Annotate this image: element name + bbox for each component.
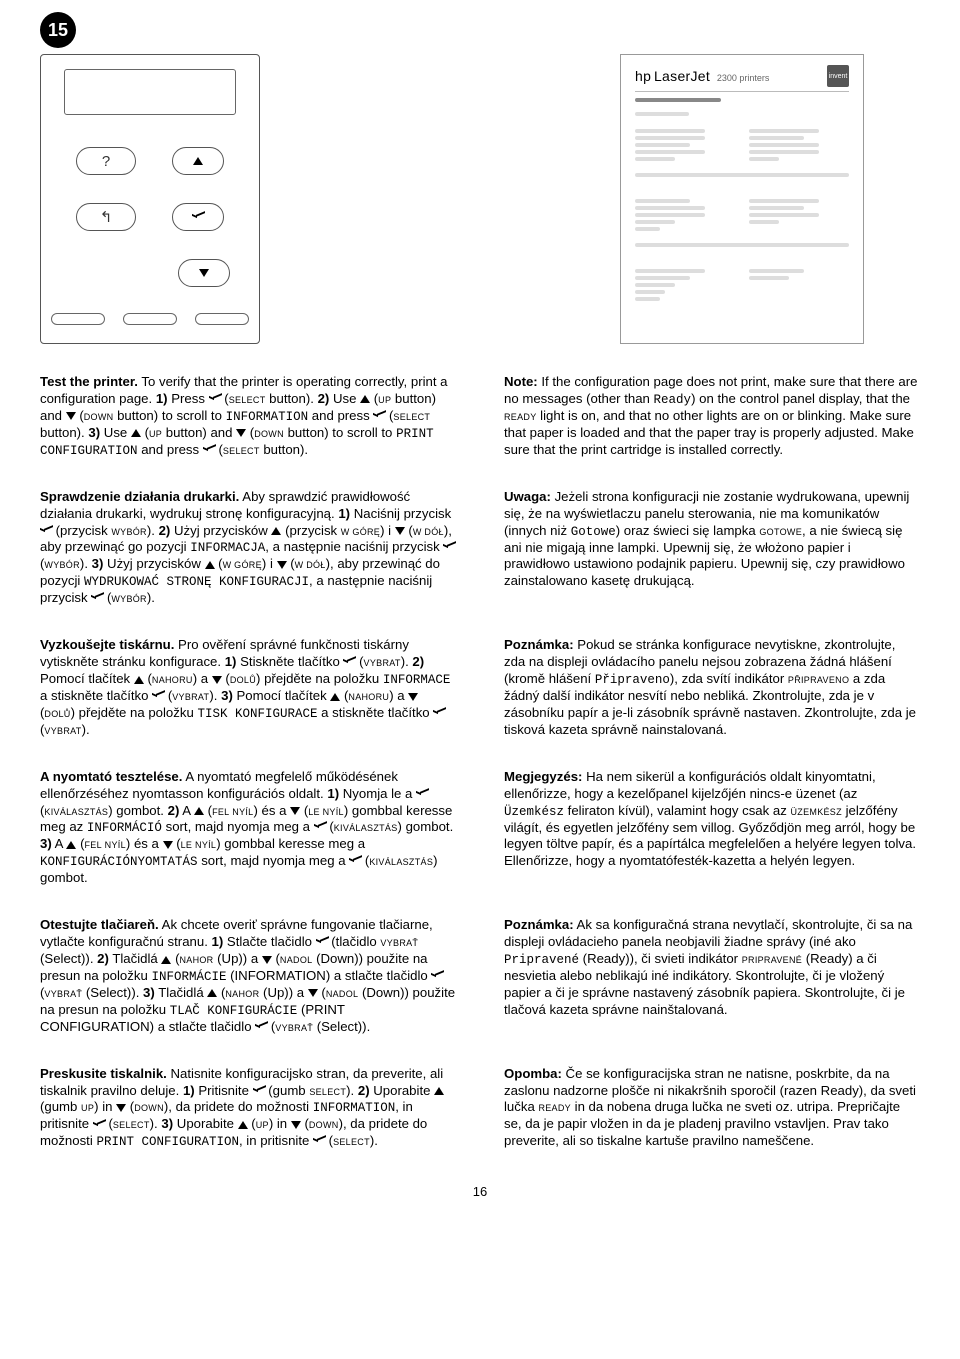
triangle-up-icon — [207, 989, 217, 997]
check-icon — [255, 1023, 267, 1032]
check-icon — [93, 1121, 105, 1130]
printout-header: hp LaserJet 2300 printers invent — [635, 65, 849, 92]
check-icon — [192, 213, 204, 222]
triangle-up-icon — [131, 429, 141, 437]
instruction-right: Megjegyzés: Ha nem sikerül a konfiguráci… — [504, 769, 920, 887]
printout-brand: hp — [635, 68, 651, 84]
check-icon — [349, 857, 361, 866]
instruction-left: Vyzkoušejte tiskárnu. Pro ověření správn… — [40, 637, 456, 739]
figures-row: ? ↰ hp LaserJet 2300 printe — [40, 54, 920, 344]
note-lead: Note: — [504, 374, 538, 389]
triangle-down-icon — [290, 807, 300, 815]
lcd-screen — [64, 69, 236, 115]
lead: Vyzkoušejte tiskárnu. — [40, 637, 174, 652]
triangle-down-icon — [408, 693, 418, 701]
lead: Test the printer. — [40, 374, 138, 389]
check-icon — [40, 527, 52, 536]
down-button — [178, 259, 230, 287]
instruction-left: Sprawdzenie działania drukarki. Aby spra… — [40, 489, 456, 607]
instruction-right: Poznámka: Ak sa konfiguračná strana nevy… — [504, 917, 920, 1035]
up-button — [172, 147, 224, 175]
triangle-down-icon — [308, 989, 318, 997]
page-number: 16 — [40, 1184, 920, 1199]
note-lead: Megjegyzés: — [504, 769, 582, 784]
triangle-up-icon — [330, 693, 340, 701]
lead: A nyomtató tesztelése. — [40, 769, 182, 784]
panel-slot — [51, 313, 105, 325]
back-button: ↰ — [76, 203, 136, 231]
triangle-down-icon — [163, 841, 173, 849]
lead: Sprawdzenie działania drukarki. — [40, 489, 239, 504]
triangle-up-icon — [194, 807, 204, 815]
instruction-left: Preskusite tiskalnik. Natisnite konfigur… — [40, 1066, 456, 1151]
printout-variant: 2300 printers — [717, 73, 770, 83]
instruction-right: Uwaga: Jeżeli strona konfiguracji nie zo… — [504, 489, 920, 607]
panel-slot — [195, 313, 249, 325]
triangle-down-icon — [395, 527, 405, 535]
control-panel-illustration: ? ↰ — [40, 54, 260, 344]
check-icon — [253, 1087, 265, 1096]
instruction-left: Test the printer. To verify that the pri… — [40, 374, 456, 459]
triangle-down-icon — [212, 676, 222, 684]
panel-slot — [123, 313, 177, 325]
check-icon — [209, 395, 221, 404]
instruction-right: Poznámka: Pokud se stránka konfigurace n… — [504, 637, 920, 739]
triangle-up-icon — [134, 676, 144, 684]
note-lead: Uwaga: — [504, 489, 551, 504]
triangle-down-icon — [236, 429, 246, 437]
step-number: 15 — [48, 20, 68, 41]
instruction-left: Otestujte tlačiareň. Ak chcete overiť sp… — [40, 917, 456, 1035]
lead: Preskusite tiskalnik. — [40, 1066, 167, 1081]
triangle-down-icon — [277, 561, 287, 569]
instruction-right: Opomba: Če se konfiguracijska stran ne n… — [504, 1066, 920, 1151]
help-button: ? — [76, 147, 136, 175]
triangle-down-icon — [66, 412, 76, 420]
triangle-down-icon — [291, 1121, 301, 1129]
instruction-left: A nyomtató tesztelése. A nyomtató megfel… — [40, 769, 456, 887]
check-icon — [203, 446, 215, 455]
config-page-printout: hp LaserJet 2300 printers invent — [620, 54, 864, 344]
check-icon — [373, 412, 385, 421]
note-lead: Poznámka: — [504, 917, 574, 932]
triangle-up-icon — [434, 1087, 444, 1095]
triangle-up-icon — [360, 395, 370, 403]
instruction-grid: Test the printer. To verify that the pri… — [40, 374, 920, 1150]
triangle-down-icon — [262, 956, 272, 964]
check-icon — [316, 938, 328, 947]
check-icon — [343, 658, 355, 667]
lead: Otestujte tlačiareň. — [40, 917, 159, 932]
step-number-badge: 15 — [40, 12, 76, 48]
triangle-up-icon — [271, 527, 281, 535]
check-icon — [416, 790, 428, 799]
check-icon — [443, 543, 455, 552]
triangle-up-icon — [238, 1121, 248, 1129]
note-lead: Opomba: — [504, 1066, 562, 1081]
triangle-up-icon — [193, 157, 203, 165]
triangle-up-icon — [161, 956, 171, 964]
triangle-down-icon — [199, 269, 209, 277]
check-icon — [431, 972, 443, 981]
instruction-right: Note: If the configuration page does not… — [504, 374, 920, 459]
check-icon — [433, 709, 445, 718]
hp-logo-icon: invent — [827, 65, 849, 87]
note-lead: Poznámka: — [504, 637, 574, 652]
triangle-up-icon — [66, 841, 76, 849]
printout-model: LaserJet — [654, 68, 710, 84]
triangle-down-icon — [116, 1104, 126, 1112]
triangle-up-icon — [205, 561, 215, 569]
check-icon — [314, 823, 326, 832]
check-icon — [152, 692, 164, 701]
select-button — [172, 203, 224, 231]
check-icon — [313, 1137, 325, 1146]
check-icon — [91, 594, 103, 603]
